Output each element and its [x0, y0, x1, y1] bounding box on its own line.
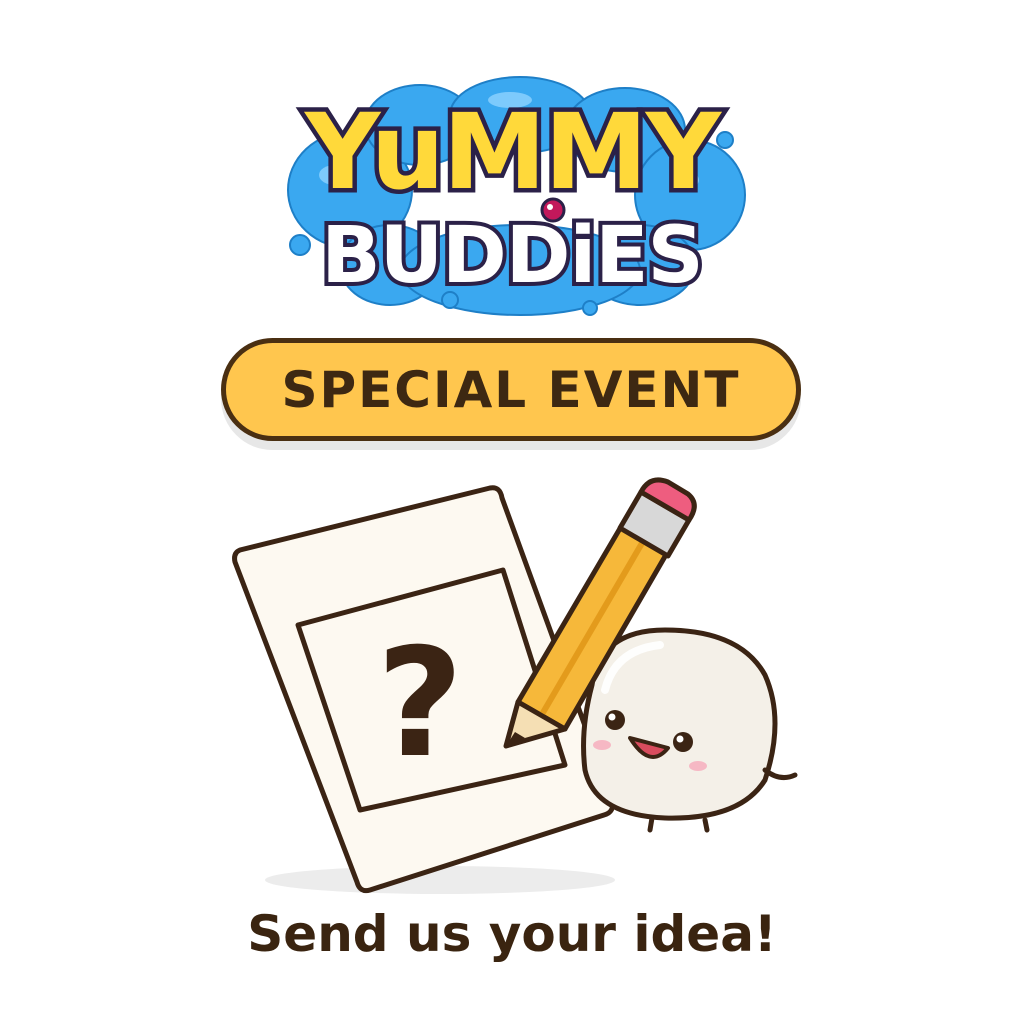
- page: YuMMY BUDDiES SPECIAL EVENT ? Send us yo…: [0, 0, 1024, 1024]
- ground-shadow: [265, 866, 615, 894]
- logo-line-1: YuMMY: [303, 91, 723, 213]
- logo-svg: YuMMY BUDDiES: [287, 76, 746, 316]
- rice-cake-mascot: [581, 627, 798, 833]
- special-event-label: SPECIAL EVENT: [281, 360, 741, 419]
- idea-illustration: ?: [220, 470, 820, 900]
- cta-text: Send us your idea!: [247, 905, 777, 963]
- special-event-banner: SPECIAL EVENT: [221, 338, 801, 441]
- question-mark-icon: ?: [376, 617, 463, 791]
- cherry-icon: [540, 197, 566, 223]
- yummy-buddies-logo: YuMMY BUDDiES: [270, 70, 754, 320]
- logo-line-2: BUDDiES: [321, 211, 702, 301]
- illustration-svg: ?: [232, 477, 798, 894]
